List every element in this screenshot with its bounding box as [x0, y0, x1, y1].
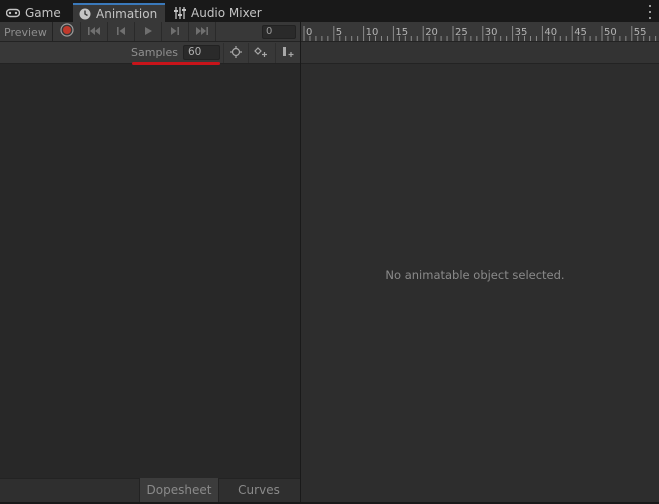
- step-forward-icon: [170, 25, 180, 39]
- ruler-tick-label: 55: [634, 27, 647, 38]
- tab-game[interactable]: Game: [6, 3, 61, 22]
- step-back-icon: [116, 25, 126, 39]
- ruler-tick-label: 25: [455, 27, 468, 38]
- curves-label: Curves: [238, 483, 280, 497]
- empty-state-message: No animatable object selected.: [385, 268, 565, 282]
- ruler-tick-label: 0: [306, 27, 312, 38]
- event-track[interactable]: [301, 42, 659, 64]
- add-keyframe-icon: [254, 46, 268, 61]
- ruler-tick-label: 40: [544, 27, 557, 38]
- gamepad-icon: [6, 8, 20, 18]
- tab-animation-label: Animation: [96, 6, 158, 21]
- ruler-tick-label: 45: [574, 27, 587, 38]
- preview-button[interactable]: Preview: [0, 22, 53, 42]
- samples-field[interactable]: 60: [183, 45, 220, 60]
- last-keyframe-button[interactable]: [189, 22, 216, 41]
- play-icon: [143, 25, 153, 39]
- annotation-underline: [132, 62, 220, 65]
- samples-label: Samples: [131, 46, 178, 59]
- skip-to-start-icon: [87, 25, 101, 39]
- tab-game-label: Game: [25, 5, 61, 20]
- crosshair-icon: [230, 45, 242, 61]
- ruler-tick-label: 50: [604, 27, 617, 38]
- timeline-ruler[interactable]: 0 5 10 15 20 25 30 35 40 45 50 55: [301, 22, 659, 42]
- curves-button[interactable]: Curves: [219, 478, 299, 502]
- tab-audio-mixer-label: Audio Mixer: [191, 5, 262, 20]
- filter-by-selection-button[interactable]: [223, 43, 248, 63]
- tab-audio-mixer[interactable]: Audio Mixer: [174, 3, 262, 22]
- animation-clock-icon: [79, 8, 91, 20]
- add-event-icon: [281, 46, 295, 61]
- ruler-tick-label: 30: [485, 27, 498, 38]
- current-frame-field[interactable]: 0: [262, 25, 296, 39]
- first-keyframe-button[interactable]: [81, 22, 108, 41]
- dopesheet-label: Dopesheet: [146, 483, 212, 497]
- ruler-tick-label: 15: [395, 27, 408, 38]
- play-button[interactable]: [135, 22, 162, 41]
- ruler-tick-label: 5: [336, 27, 342, 38]
- add-event-button[interactable]: [275, 43, 300, 63]
- record-button[interactable]: [54, 22, 81, 41]
- ruler-tick-label: 20: [425, 27, 438, 38]
- add-keyframe-button[interactable]: [248, 43, 273, 63]
- next-keyframe-button[interactable]: [162, 22, 189, 41]
- tab-animation[interactable]: Animation: [73, 3, 165, 22]
- kebab-menu-icon[interactable]: [645, 4, 655, 20]
- dopesheet-area: [301, 64, 659, 502]
- ruler-ticks: 0 5 10 15 20 25 30 35 40 45 50 55: [303, 26, 657, 41]
- record-icon: [60, 23, 74, 40]
- ruler-tick-label: 35: [515, 27, 528, 38]
- ruler-tick-label: 10: [366, 27, 379, 38]
- skip-to-end-icon: [195, 25, 209, 39]
- preview-label: Preview: [4, 25, 47, 39]
- dopesheet-button[interactable]: Dopesheet: [139, 478, 219, 502]
- property-list-panel: [0, 22, 300, 502]
- mixer-sliders-icon: [174, 6, 186, 19]
- previous-keyframe-button[interactable]: [108, 22, 135, 41]
